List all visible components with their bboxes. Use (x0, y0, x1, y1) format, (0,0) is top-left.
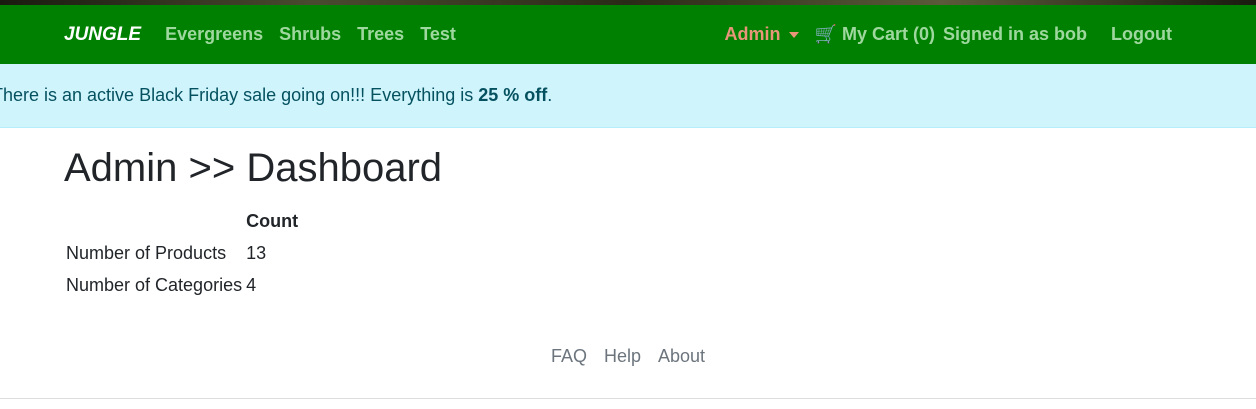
count-header: Count (246, 210, 299, 231)
table-row: Number of Products 13 (64, 237, 300, 269)
nav-test[interactable]: Test (420, 24, 456, 45)
nav-evergreens[interactable]: Evergreens (165, 24, 263, 45)
empty-header (64, 205, 244, 237)
signed-in-text: Signed in as bob (943, 24, 1088, 44)
caret-down-icon (788, 32, 799, 39)
footer: FAQ Help About (0, 346, 1256, 367)
navbar: JUNGLE Evergreens Shrubs Trees Test Admi… (0, 5, 1256, 64)
footer-about[interactable]: About (658, 346, 705, 366)
sale-banner: There is an active Black Friday sale goi… (0, 64, 1256, 128)
row-value: 4 (246, 274, 257, 295)
nav-shrubs[interactable]: Shrubs (279, 24, 341, 45)
banner-discount: 25 % off (478, 85, 548, 105)
nav-trees[interactable]: Trees (357, 24, 404, 45)
admin-dropdown[interactable]: Admin (725, 24, 799, 45)
cart-icon: 🛒 (814, 24, 837, 44)
footer-help[interactable]: Help (604, 346, 641, 366)
banner-end: . (547, 85, 553, 105)
stats-table: Count Number of Products 13 Number of Cat… (64, 205, 300, 301)
page-title: Admin >> Dashboard (64, 146, 443, 190)
table-row: Number of Categories 4 (64, 269, 300, 301)
row-value: 13 (246, 242, 267, 263)
logout-link[interactable]: Logout (1111, 24, 1172, 45)
row-label: Number of Products (66, 242, 227, 263)
cart-link[interactable]: 🛒 My Cart (0) (815, 24, 935, 45)
brand-logo[interactable]: JUNGLE (64, 24, 141, 46)
banner-text: There is an active Black Friday sale goi… (0, 85, 479, 105)
cart-label: My Cart (0) (841, 24, 935, 44)
footer-divider (0, 398, 1256, 399)
footer-faq[interactable]: FAQ (551, 346, 587, 366)
row-label: Number of Categories (66, 274, 243, 295)
admin-label: Admin (724, 24, 781, 44)
